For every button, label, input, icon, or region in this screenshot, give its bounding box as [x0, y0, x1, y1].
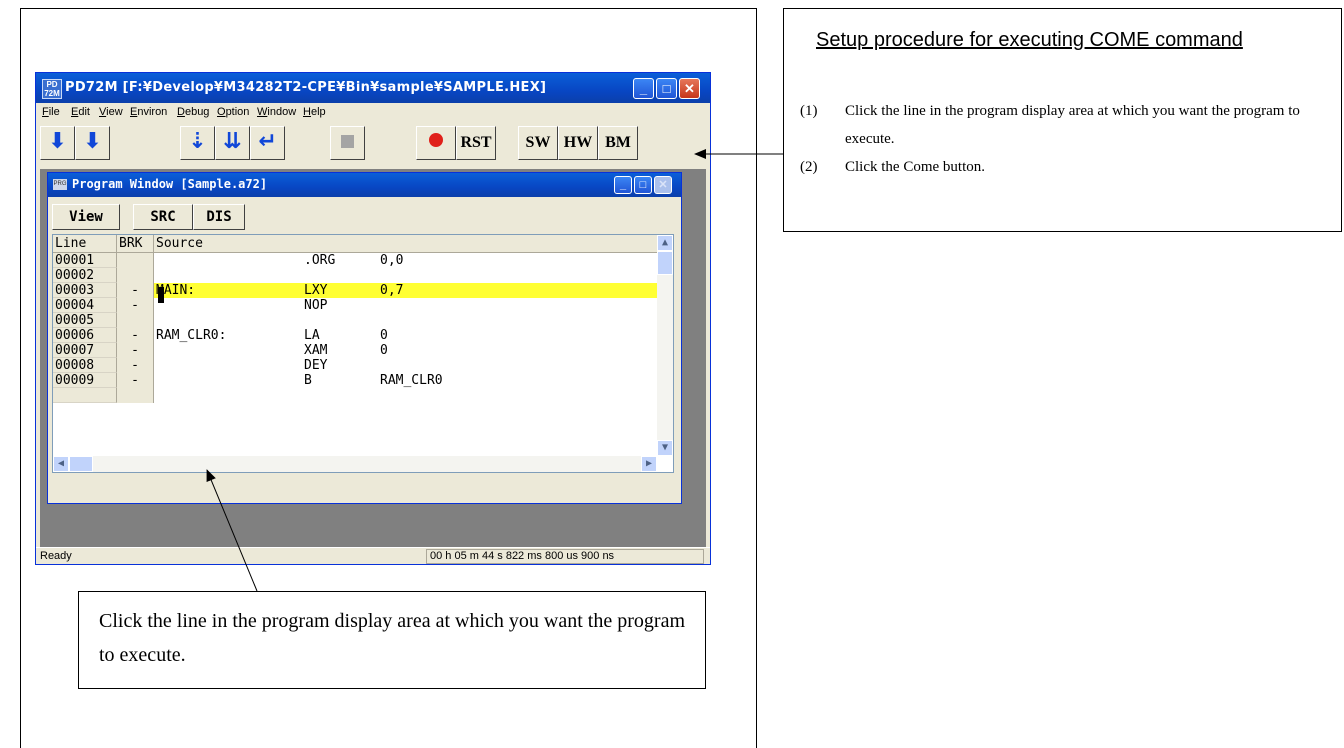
callout-arrow-line [206, 469, 258, 592]
callout-arrows [206, 149, 783, 592]
